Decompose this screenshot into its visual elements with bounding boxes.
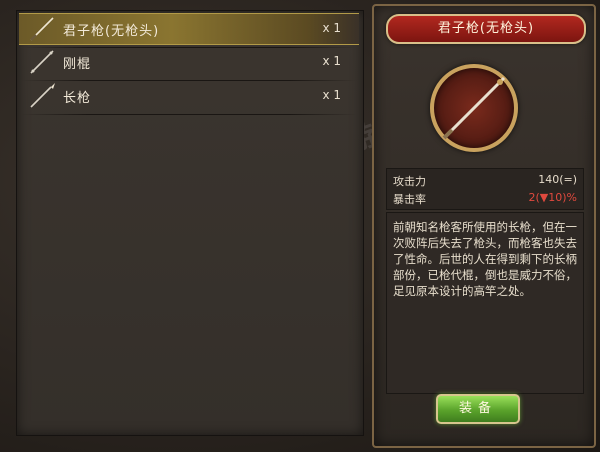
spear-icon [30,17,54,41]
divider [21,114,357,115]
stat-crit: 暴击率 2(▼10)% [393,189,577,207]
equip-button[interactable]: 装备 [436,394,520,424]
item-title: 君子枪(无枪头) [437,21,535,36]
spear-icon [30,83,55,108]
item-description: 前朝知名枪客所使用的长枪，但在一次败阵后失去了枪头，而枪客也失去了性命。后世的人… [386,212,584,394]
list-item-selected[interactable]: 君子枪(无枪头) x 1 [19,13,359,45]
item-stats: 攻击力 140(=) 暴击率 2(▼10)% [386,168,584,210]
item-name: 长枪 [63,91,92,106]
stat-label: 暴击率 [393,193,426,206]
item-detail-panel: 君子枪(无枪头) 攻击力 140(=) 暴击率 2(▼10)% 前朝知名枪客所使… [372,4,596,448]
stat-label: 攻击力 [393,175,426,188]
spear-icon [442,76,506,140]
list-item[interactable]: 刚棍 x 1 [19,47,359,77]
item-list: 君子枪(无枪头) x 1 刚棍 x 1 长枪 x 1 [16,10,364,436]
item-quantity: x 1 [322,54,341,68]
item-name: 刚棍 [63,57,92,72]
item-portrait [430,64,518,152]
stat-attack: 攻击力 140(=) [393,171,577,189]
item-quantity: x 1 [322,88,341,102]
stat-value: 140(=) [538,173,577,186]
stat-value: 2(▼10)% [528,191,578,204]
staff-icon [30,50,54,74]
item-title-banner: 君子枪(无枪头) [386,14,586,44]
list-item[interactable]: 长枪 x 1 [19,81,359,111]
item-quantity: x 1 [322,21,341,35]
inventory-window: 3HE 当游网 3HE 当游网 3HE 当游网 3HE 当游网 3HE 当游网 … [0,0,600,452]
item-name: 君子枪(无枪头) [63,24,160,39]
